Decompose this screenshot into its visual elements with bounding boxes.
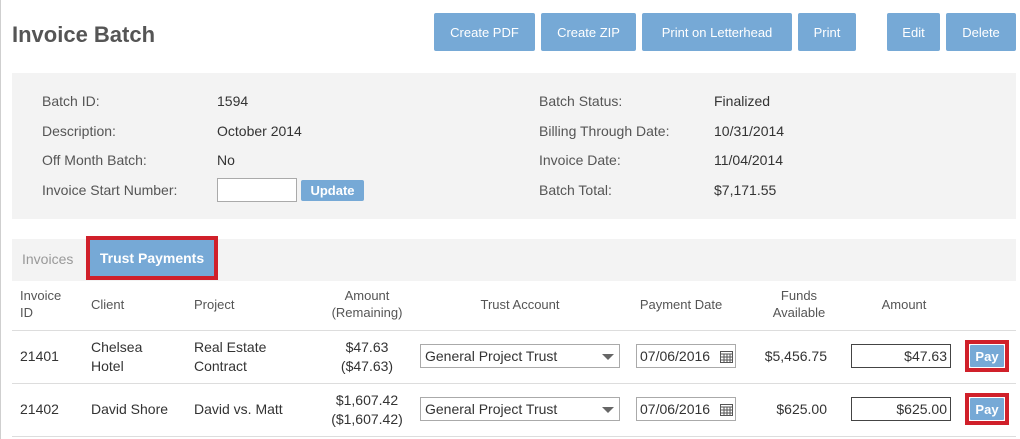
- project-cell: Real Estate Contract: [194, 338, 266, 376]
- delete-button[interactable]: Delete: [946, 13, 1016, 51]
- header-funds-line1: Funds: [780, 288, 818, 303]
- pay-amount-input[interactable]: $47.63: [851, 344, 951, 368]
- pay-amount-input[interactable]: $625.00: [851, 397, 951, 421]
- billing-through-value: 10/31/2014: [714, 123, 785, 139]
- invoice-id-cell: 21401: [20, 348, 59, 364]
- batch-status-value: Finalized: [714, 93, 771, 109]
- client-line2: Hotel: [91, 358, 124, 374]
- off-month-value: No: [217, 152, 235, 168]
- pay-button-highlight: Pay: [965, 393, 1009, 425]
- amount-value: $1,607.42: [335, 392, 399, 408]
- trust-account-value: General Project Trust: [425, 401, 558, 417]
- batch-status-label: Batch Status:: [539, 93, 623, 109]
- project-line2: Contract: [194, 358, 247, 374]
- batch-total-value: $7,171.55: [714, 182, 777, 198]
- row-divider: [12, 436, 1016, 437]
- client-cell: David Shore: [91, 401, 169, 417]
- remaining-value: ($47.63): [340, 358, 394, 374]
- off-month-label: Off Month Batch:: [42, 152, 147, 168]
- chevron-down-icon: [602, 407, 614, 413]
- header-trust-account: Trust Account: [480, 297, 560, 312]
- billing-through-label: Billing Through Date:: [539, 123, 670, 139]
- funds-available-cell: $625.00: [776, 401, 827, 417]
- pay-amount-value: $47.63: [904, 348, 947, 364]
- invoice-date-value: 11/04/2014: [714, 152, 784, 168]
- payment-date-value: 07/06/2016: [640, 348, 711, 364]
- header-client: Client: [91, 297, 125, 312]
- header-invoice-id-line2: ID: [20, 305, 33, 320]
- header-amount-line1: Amount: [344, 288, 390, 303]
- pay-button[interactable]: Pay: [970, 345, 1004, 367]
- invoice-date-label: Invoice Date:: [539, 152, 621, 168]
- payment-date-input[interactable]: 07/06/2016: [636, 397, 736, 421]
- payment-date-input[interactable]: 07/06/2016: [636, 344, 736, 368]
- project-cell: David vs. Matt: [194, 401, 283, 417]
- header-amount-line2: (Remaining): [331, 305, 403, 320]
- header-funds-line2: Available: [772, 305, 826, 320]
- create-zip-button[interactable]: Create ZIP: [541, 13, 636, 51]
- amount-remaining-cell: $47.63 ($47.63): [317, 338, 417, 376]
- tab-invoices[interactable]: Invoices: [22, 251, 73, 267]
- row-divider: [12, 383, 1016, 384]
- chevron-down-icon: [602, 354, 614, 360]
- header-amount-remaining: Amount (Remaining): [317, 287, 417, 321]
- header-funds-available: Funds Available: [749, 287, 849, 321]
- batch-id-value: 1594: [217, 93, 249, 109]
- trust-account-select[interactable]: General Project Trust: [420, 344, 620, 368]
- trust-account-select[interactable]: General Project Trust: [420, 397, 620, 421]
- pay-button-highlight: Pay: [965, 340, 1009, 372]
- description-label: Description:: [42, 123, 116, 139]
- pay-button[interactable]: Pay: [970, 398, 1004, 420]
- remaining-value: ($1,607.42): [331, 411, 403, 427]
- pay-amount-value: $625.00: [896, 401, 947, 417]
- amount-remaining-cell: $1,607.42 ($1,607.42): [317, 391, 417, 429]
- start-number-label: Invoice Start Number:: [42, 182, 178, 198]
- print-button[interactable]: Print: [798, 13, 856, 51]
- row-divider: [12, 330, 1016, 331]
- batch-total-label: Batch Total:: [539, 182, 612, 198]
- funds-available-cell: $5,456.75: [764, 348, 827, 364]
- print-on-letterhead-button[interactable]: Print on Letterhead: [642, 13, 792, 51]
- create-pdf-button[interactable]: Create PDF: [434, 13, 535, 51]
- header-payment-date: Payment Date: [639, 297, 723, 312]
- header-project: Project: [194, 297, 235, 312]
- batch-id-label: Batch ID:: [42, 93, 100, 109]
- invoice-start-number-input[interactable]: [217, 178, 297, 202]
- edit-button[interactable]: Edit: [887, 13, 940, 51]
- page-frame: Invoice Batch Create PDF Create ZIP Prin…: [0, 0, 1020, 439]
- tab-trust-payments[interactable]: Trust Payments: [86, 236, 218, 280]
- invoice-id-cell: 21402: [20, 401, 59, 417]
- header-invoice-id: Invoice ID: [20, 287, 61, 321]
- update-button[interactable]: Update: [301, 180, 364, 201]
- project-line1: Real Estate: [194, 339, 267, 355]
- header-invoice-id-line1: Invoice: [20, 288, 62, 303]
- description-value: October 2014: [217, 123, 302, 139]
- header-amount: Amount: [881, 297, 927, 312]
- trust-account-value: General Project Trust: [425, 348, 558, 364]
- client-line1: Chelsea: [91, 339, 143, 355]
- client-cell: Chelsea Hotel: [91, 338, 142, 376]
- amount-value: $47.63: [345, 339, 389, 355]
- payment-date-value: 07/06/2016: [640, 401, 711, 417]
- page-title: Invoice Batch: [12, 22, 156, 47]
